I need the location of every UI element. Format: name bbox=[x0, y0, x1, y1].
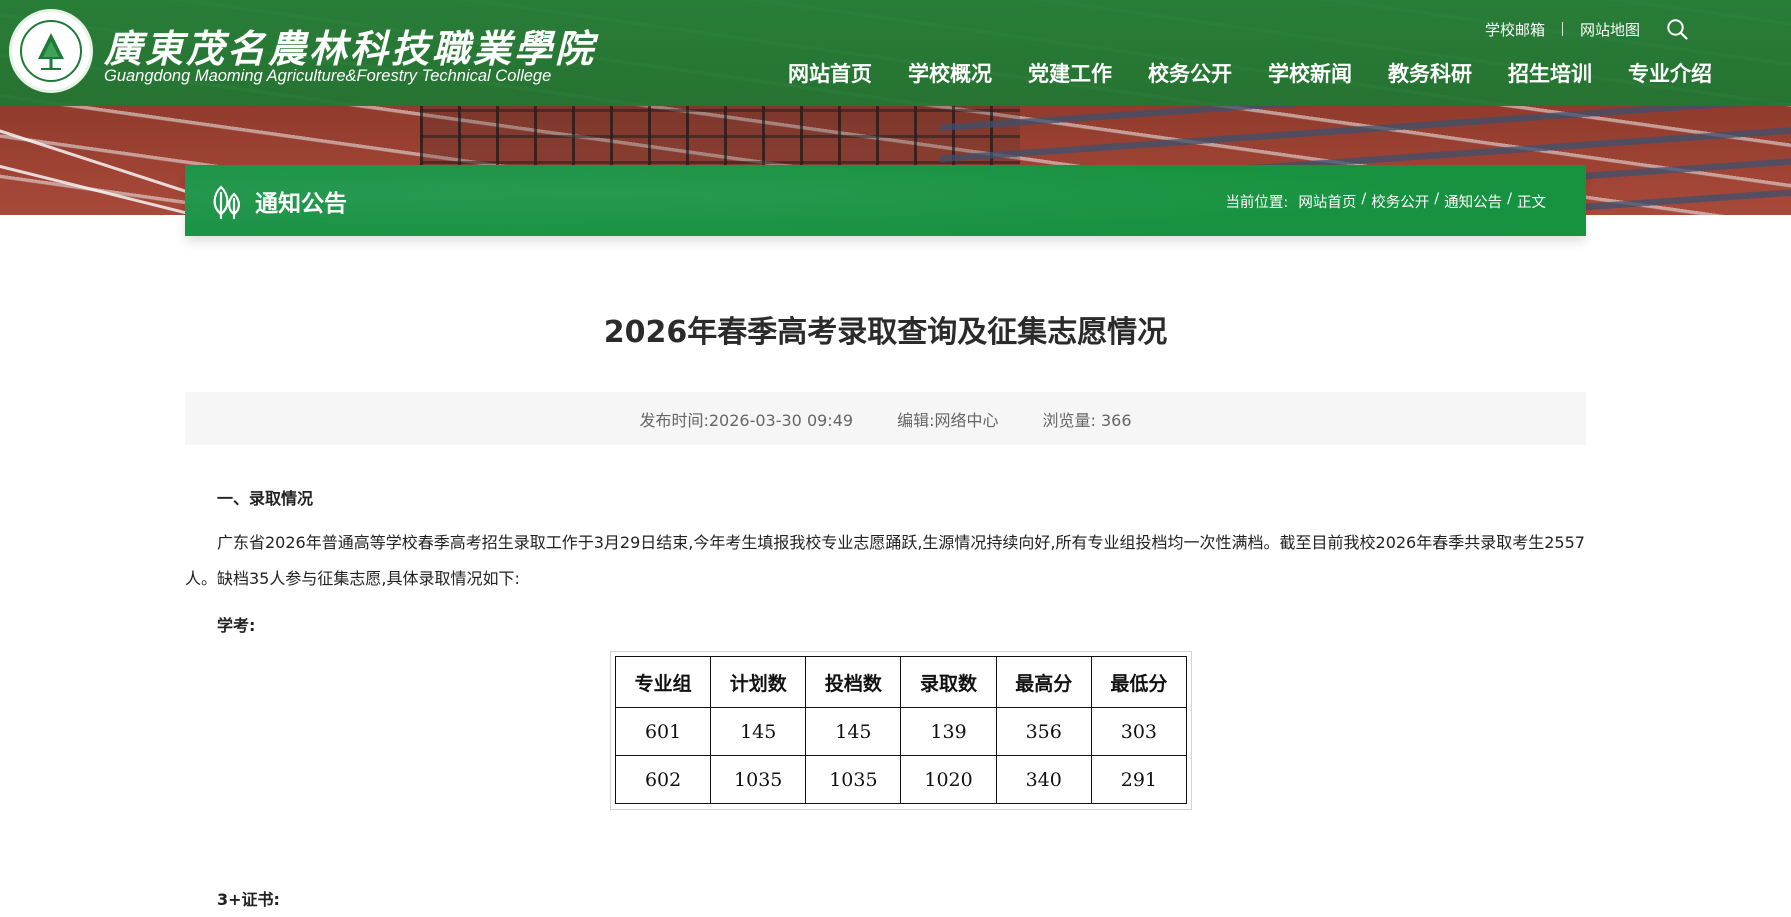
breadcrumb-separator: / bbox=[1507, 191, 1512, 207]
breadcrumb-affairs[interactable]: 校务公开 bbox=[1371, 191, 1429, 212]
breadcrumb-current: 正文 bbox=[1517, 195, 1546, 211]
article-meta: 发布时间:2026-03-30 09:49 编辑:网络中心 浏览量: 366 bbox=[185, 392, 1586, 445]
editor: 编辑:网络中心 bbox=[897, 410, 999, 430]
column-header: 计划数 bbox=[710, 656, 807, 708]
utility-links: 学校邮箱 网站地图 bbox=[1485, 18, 1688, 40]
admission-paragraph: 广东省2026年普通高等学校春季高考招生录取工作于3月29日结束,今年考生填报我… bbox=[185, 533, 1585, 588]
column-header: 最低分 bbox=[1090, 656, 1188, 708]
nav-item-overview[interactable]: 学校概况 bbox=[908, 58, 992, 88]
table-cell: 291 bbox=[1090, 755, 1188, 804]
table-cell: 303 bbox=[1090, 707, 1188, 756]
nav-item-majors[interactable]: 专业介绍 bbox=[1628, 58, 1712, 88]
table-cell: 139 bbox=[900, 707, 997, 756]
leaf-icon bbox=[213, 185, 240, 220]
view-count-value: 366 bbox=[1100, 410, 1132, 430]
sitemap-link[interactable]: 网站地图 bbox=[1580, 19, 1640, 40]
school-name-en: Guangdong Maoming Agriculture&Forestry T… bbox=[104, 67, 552, 85]
nav-item-affairs[interactable]: 校务公开 bbox=[1148, 58, 1232, 88]
nav-item-party-work[interactable]: 党建工作 bbox=[1028, 58, 1112, 88]
label-xuekao: 学考: bbox=[217, 616, 256, 635]
column-header: 录取数 bbox=[900, 656, 997, 708]
main-navigation: 网站首页 学校概况 党建工作 校务公开 学校新闻 教务科研 招生培训 专业介绍 bbox=[752, 58, 1712, 88]
table-row: 602 1035 1035 1020 340 291 bbox=[614, 755, 1188, 804]
table-header-row: 专业组 计划数 投档数 录取数 最高分 最低分 bbox=[614, 656, 1188, 708]
school-email-link[interactable]: 学校邮箱 bbox=[1485, 19, 1545, 40]
breadcrumb-lead: 当前位置: bbox=[1225, 195, 1289, 211]
school-name-cn[interactable]: 廣東茂名農林科技職業學院 bbox=[104, 18, 596, 73]
table-cell: 1035 bbox=[805, 755, 902, 804]
school-emblem-icon[interactable] bbox=[9, 9, 93, 93]
table-cell: 602 bbox=[614, 755, 712, 804]
nav-item-teaching-research[interactable]: 教务科研 bbox=[1388, 58, 1472, 88]
breadcrumb-home[interactable]: 网站首页 bbox=[1298, 191, 1356, 212]
breadcrumb-separator: / bbox=[1361, 191, 1367, 207]
utility-divider bbox=[1561, 22, 1563, 36]
column-header: 最高分 bbox=[995, 656, 1092, 708]
table-cell: 145 bbox=[710, 707, 807, 756]
table-cell: 145 bbox=[805, 707, 902, 756]
top-navigation-bar: 廣東茂名農林科技職業學院 Guangdong Maoming Agricultu… bbox=[0, 0, 1791, 106]
view-count-label: 浏览量: bbox=[1042, 410, 1096, 430]
label-3plus-certificate: 3+证书: bbox=[217, 890, 280, 909]
nav-item-home[interactable]: 网站首页 bbox=[788, 58, 872, 88]
table-cell: 1035 bbox=[710, 755, 807, 804]
breadcrumb-separator: / bbox=[1434, 191, 1440, 207]
table-cell: 601 bbox=[614, 707, 712, 756]
publish-time: 发布时间:2026-03-30 09:49 bbox=[639, 410, 854, 430]
admission-table: 专业组 计划数 投档数 录取数 最高分 最低分 601 145 145 139 … bbox=[610, 651, 1192, 810]
table-row: 601 145 145 139 356 303 bbox=[614, 707, 1188, 756]
search-icon[interactable] bbox=[1666, 18, 1688, 40]
table-cell: 1020 bbox=[900, 755, 997, 804]
view-count: 浏览量: 366 bbox=[1042, 407, 1131, 431]
section-header: 通知公告 当前位置: 网站首页 / 校务公开 / 通知公告 / 正文 bbox=[185, 165, 1586, 236]
article-title: 2026年春季高考录取查询及征集志愿情况 bbox=[603, 315, 1168, 350]
section-title: 通知公告 bbox=[255, 191, 347, 217]
nav-item-admissions[interactable]: 招生培训 bbox=[1508, 58, 1592, 88]
column-header: 投档数 bbox=[805, 656, 902, 708]
breadcrumb-notices[interactable]: 通知公告 bbox=[1444, 191, 1502, 212]
nav-item-news[interactable]: 学校新闻 bbox=[1268, 58, 1352, 88]
breadcrumb: 当前位置: 网站首页 / 校务公开 / 通知公告 / 正文 bbox=[1225, 191, 1546, 212]
section-heading-admission: 一、录取情况 bbox=[217, 489, 314, 508]
table-cell: 340 bbox=[995, 755, 1092, 804]
table-cell: 356 bbox=[995, 707, 1092, 756]
column-header: 专业组 bbox=[614, 656, 712, 708]
